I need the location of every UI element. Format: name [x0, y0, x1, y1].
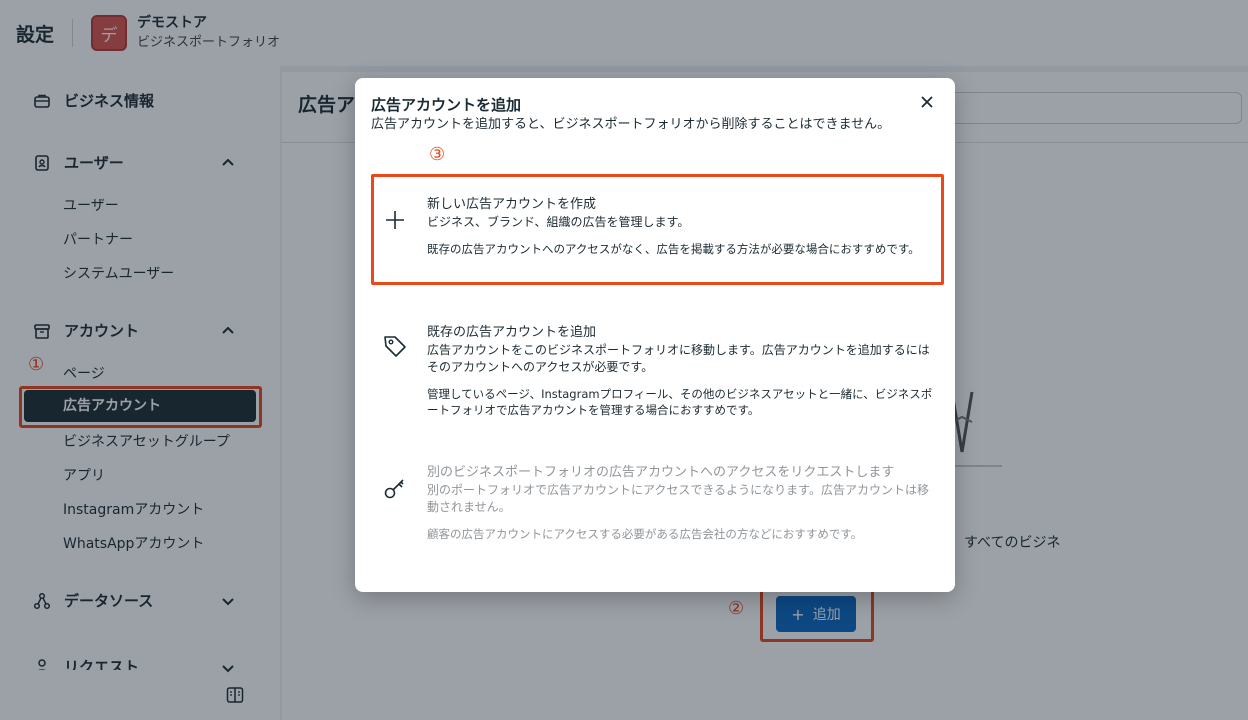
add-ad-account-dialog: 広告アカウントを追加 広告アカウントを追加すると、ビジネスポートフォリオから削除…: [355, 78, 955, 592]
option-title: 別のビジネスポートフォリオの広告アカウントへのアクセスをリクエストします: [427, 465, 895, 480]
option-note: 管理しているページ、Instagramプロフィール、その他のビジネスアセットと一…: [427, 387, 933, 417]
option-title: 既存の広告アカウントを追加: [427, 325, 597, 340]
option-subtitle: 広告アカウントをこのビジネスポートフォリオに移動します。広告アカウントを追加する…: [427, 343, 930, 374]
key-icon: [384, 479, 404, 499]
tag-icon: [384, 336, 406, 357]
annotation-highlight-3: [371, 174, 944, 285]
dialog-title: 広告アカウントを追加: [371, 96, 522, 114]
annotation-number-3: ③: [429, 144, 446, 165]
option-note: 顧客の広告アカウントにアクセスする必要がある広告会社の方などにおすすめです。: [427, 527, 863, 541]
option-subtitle: 別のポートフォリオで広告アカウントにアクセスできるようになります。広告アカウント…: [427, 483, 929, 514]
option-request-access: 別のビジネスポートフォリオの広告アカウントへのアクセスをリクエストします 別のポ…: [371, 464, 941, 554]
close-icon[interactable]: [917, 92, 937, 112]
dialog-description: 広告アカウントを追加すると、ビジネスポートフォリオから削除することはできません。: [371, 117, 891, 132]
option-add-existing-ad-account[interactable]: 既存の広告アカウントを追加 広告アカウントをこのビジネスポートフォリオに移動しま…: [371, 322, 941, 422]
